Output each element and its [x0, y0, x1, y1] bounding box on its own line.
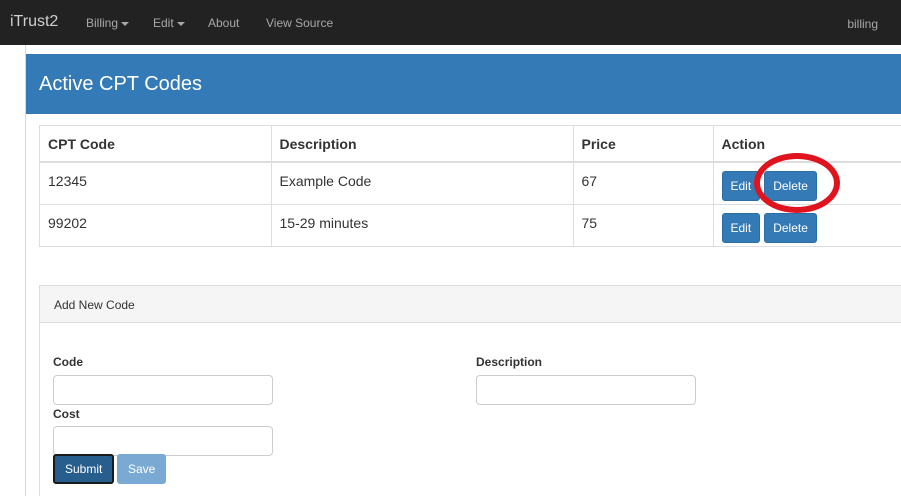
brand-link[interactable]: iTrust2 [10, 13, 58, 31]
cell-price: 67 [573, 161, 714, 204]
nav-edit-menu[interactable]: Edit [153, 16, 185, 30]
nav-billing-label: Billing [86, 16, 119, 30]
cell-code: 99202 [40, 203, 272, 246]
save-button[interactable]: Save [117, 454, 167, 484]
table-row: 12345 Example Code 67 Edit Delete [40, 161, 901, 204]
header-price: Price [573, 126, 714, 163]
cell-price: 75 [573, 203, 714, 246]
cell-action: Edit Delete [713, 161, 901, 204]
table-row: 99202 15-29 minutes 75 Edit Delete [40, 203, 901, 246]
cost-input[interactable] [53, 426, 273, 456]
header-cpt-code: CPT Code [40, 126, 272, 163]
code-label: Code [53, 355, 83, 369]
cell-description: 15-29 minutes [271, 203, 574, 246]
cost-label: Cost [53, 407, 80, 421]
description-label: Description [476, 355, 543, 369]
nav-billing-menu[interactable]: Billing [86, 16, 130, 30]
nav-view-source-link[interactable]: View Source [266, 16, 333, 30]
header-action: Action [713, 126, 901, 163]
page-title: Active CPT Codes [39, 73, 203, 95]
caret-down-icon [176, 21, 185, 26]
cell-action: Edit Delete [713, 203, 901, 246]
edit-button[interactable]: Edit [721, 212, 761, 243]
user-menu[interactable]: billing [847, 17, 878, 31]
top-navbar: iTrust2 Billing Edit About View Source b… [0, 0, 901, 45]
description-input[interactable] [476, 375, 696, 405]
cpt-codes-table: CPT Code Description Price Action 12345 … [39, 125, 901, 247]
header-description: Description [271, 126, 574, 163]
submit-button[interactable]: Submit [53, 454, 115, 484]
nav-about-link[interactable]: About [208, 16, 239, 30]
delete-button[interactable]: Delete [764, 171, 817, 201]
delete-button[interactable]: Delete [764, 212, 817, 243]
cell-code: 12345 [40, 161, 272, 204]
edit-button[interactable]: Edit [721, 171, 761, 201]
table-header-row: CPT Code Description Price Action [40, 126, 901, 163]
cell-description: Example Code [271, 161, 574, 204]
panel-heading: Active CPT Codes [26, 54, 901, 114]
caret-down-icon [121, 21, 130, 26]
add-code-heading: Add New Code [40, 286, 901, 323]
nav-edit-label: Edit [153, 16, 174, 30]
add-code-panel: Add New Code Code Description Cost Submi… [39, 285, 901, 496]
code-input[interactable] [53, 375, 273, 405]
